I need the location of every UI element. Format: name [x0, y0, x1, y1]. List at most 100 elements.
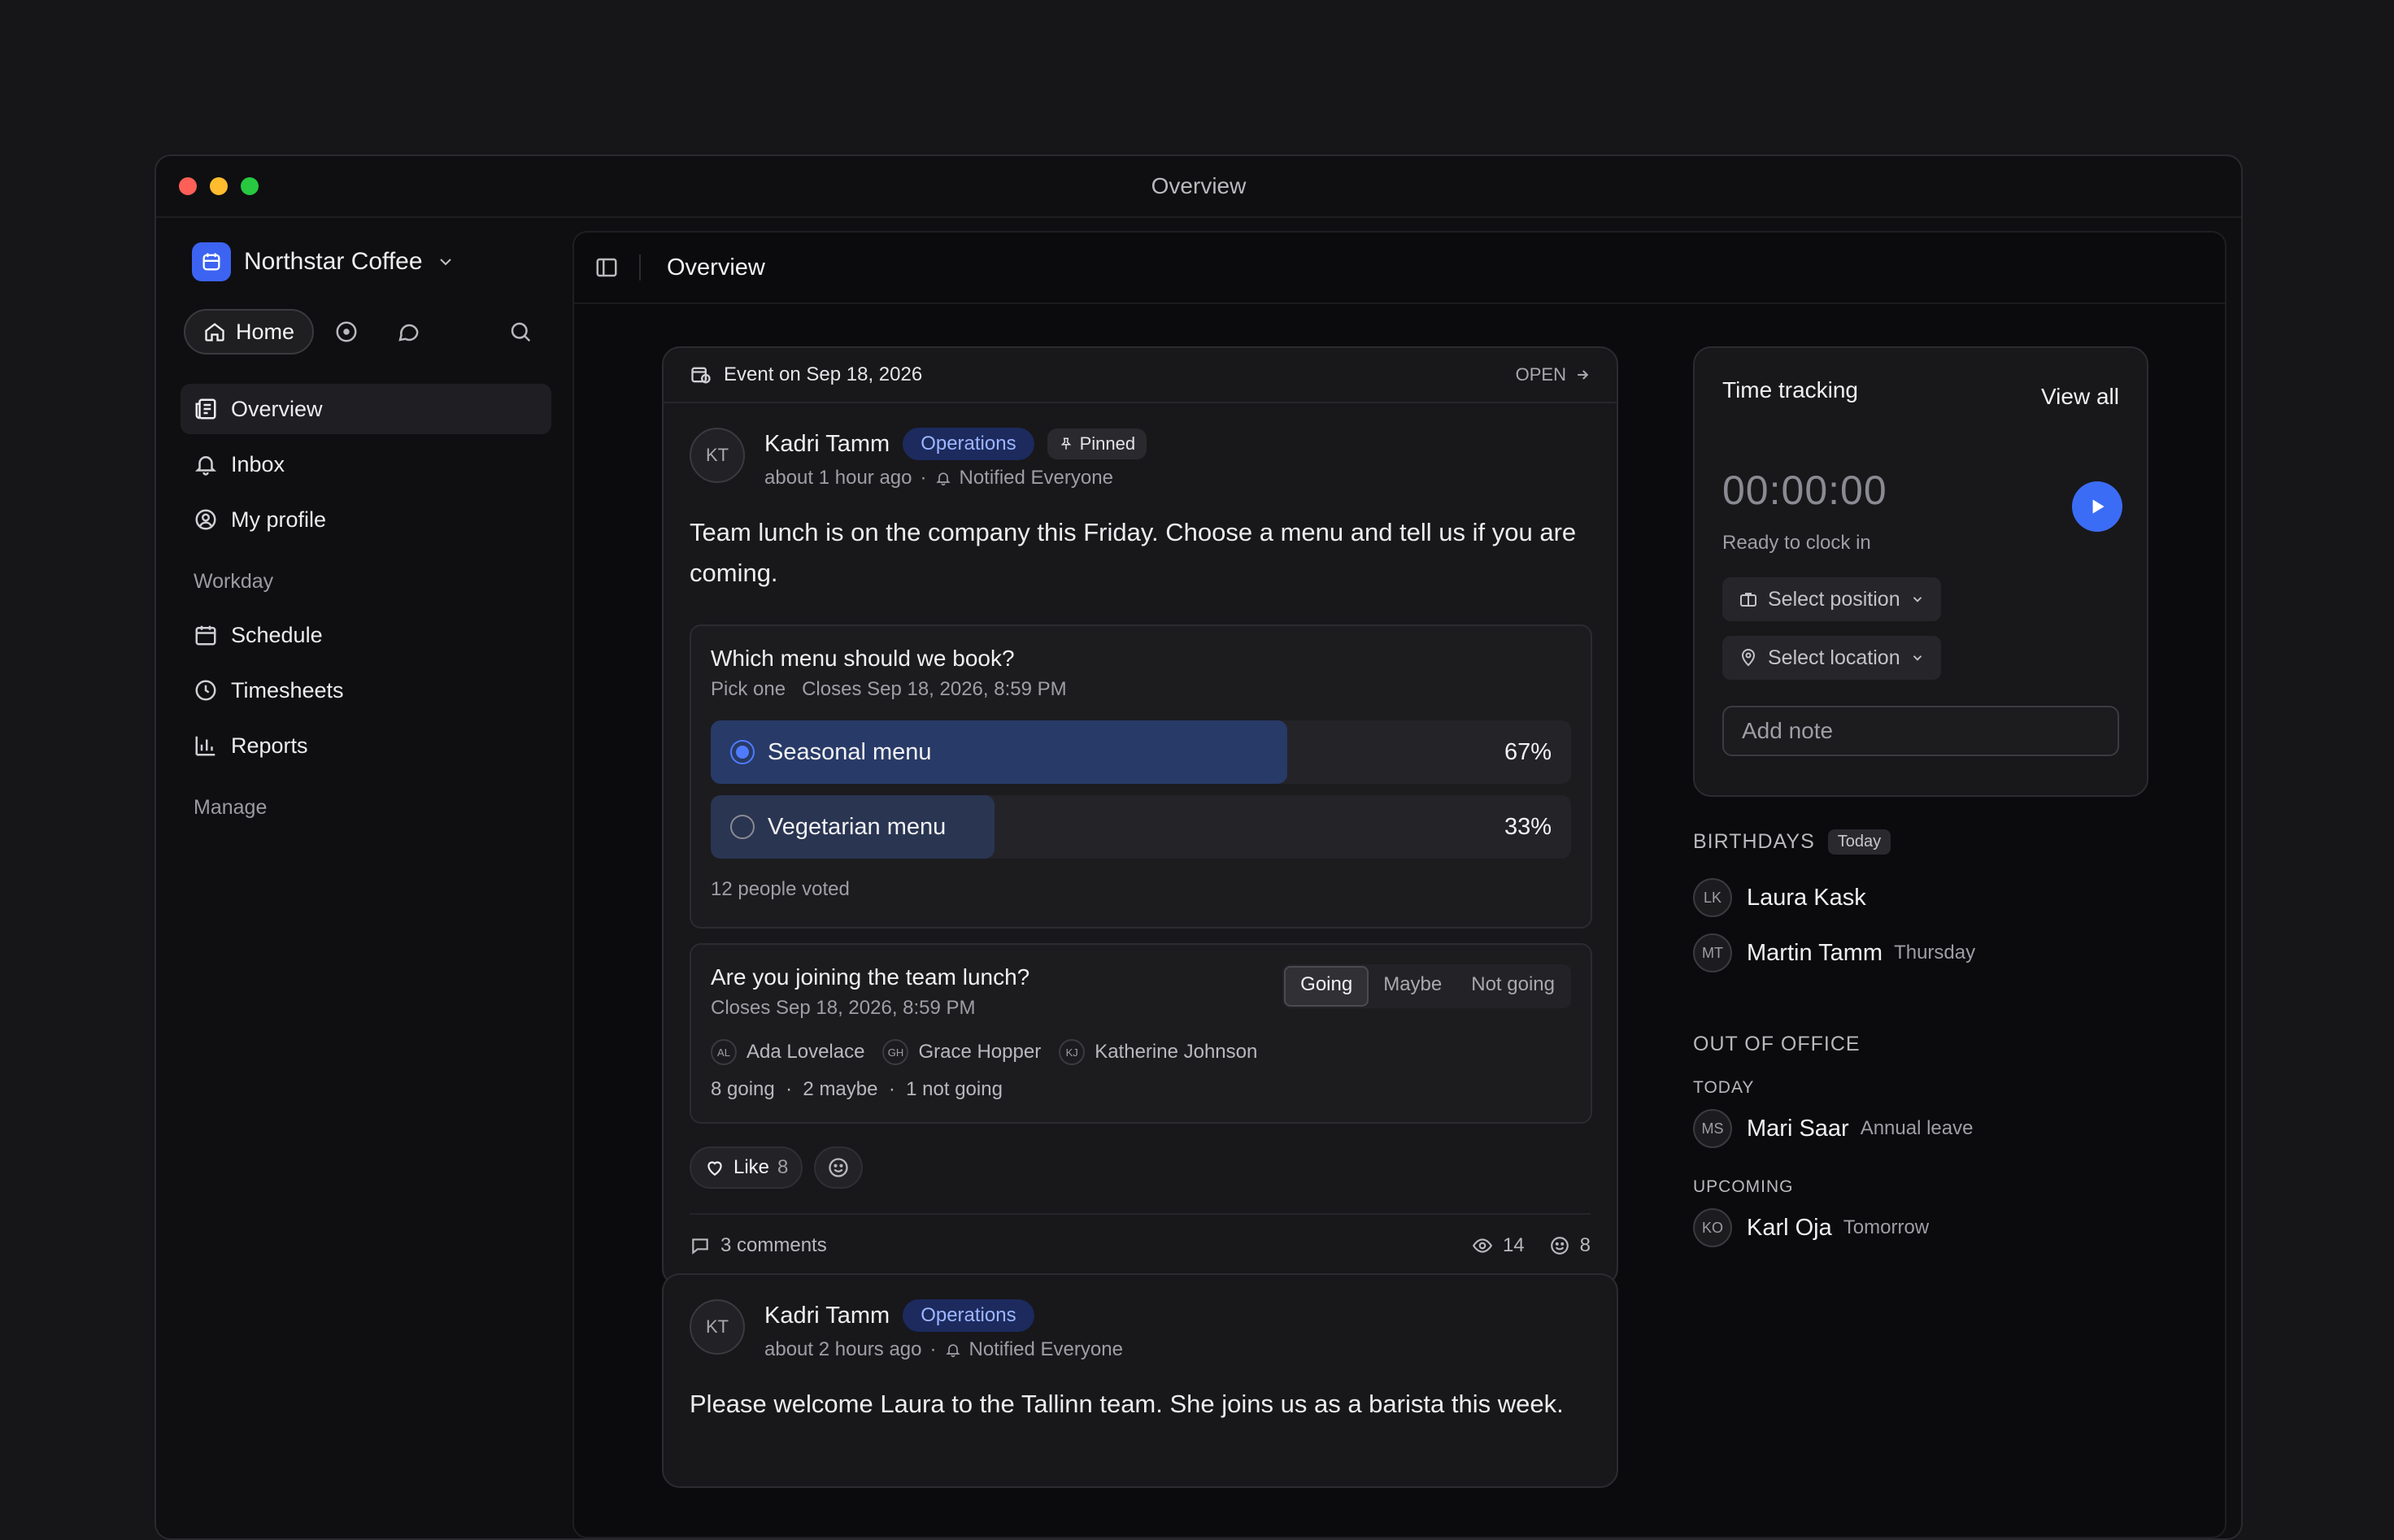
view-count: 14: [1502, 1234, 1525, 1256]
org-switcher[interactable]: Northstar Coffee: [192, 242, 455, 281]
chat-bubble-icon: [398, 324, 419, 341]
sidebar-panel-icon: [596, 258, 617, 277]
person-name: Laura Kask: [1747, 884, 1866, 911]
position-select[interactable]: Select position: [1722, 577, 1941, 621]
clock-in-button[interactable]: [2072, 481, 2122, 532]
view-all-link[interactable]: View all: [2041, 384, 2119, 410]
avatar: MT: [1693, 933, 1732, 972]
comment-icon: [692, 1238, 708, 1255]
window-title: Overview: [1151, 173, 1247, 198]
poll-option-label: Vegetarian menu: [768, 813, 947, 840]
poll-question: Which menu should we book?: [711, 646, 1015, 671]
location-placeholder: Select location: [1768, 646, 1900, 669]
person-note: Tomorrow: [1843, 1216, 1930, 1238]
rsvp-going-button[interactable]: Going: [1284, 966, 1369, 1007]
rsvp-summary: 8 going · 2 maybe · 1 not going: [711, 1078, 1003, 1100]
poll-option-label: Seasonal menu: [768, 738, 932, 765]
birthday-person[interactable]: MT Martin Tamm Thursday: [1693, 933, 1975, 972]
poll-option-percent: 67%: [1504, 739, 1552, 765]
ooo-person[interactable]: KO Karl Oja Tomorrow: [1693, 1208, 1929, 1247]
add-reaction-button[interactable]: [814, 1146, 864, 1189]
avatar: LK: [1693, 878, 1732, 917]
rsvp-not-going-button[interactable]: Not going: [1456, 966, 1569, 1007]
location-select[interactable]: Select location: [1722, 636, 1941, 680]
attendee-name[interactable]: Grace Hopper: [918, 1041, 1041, 1064]
poll-closes: Closes Sep 18, 2026, 8:59 PM: [802, 678, 1067, 700]
chevron-down-icon: [1913, 597, 1922, 603]
header-divider: [639, 254, 641, 281]
search-button[interactable]: [499, 311, 542, 353]
radio-selected-icon: [730, 740, 755, 764]
rsvp-maybe-button[interactable]: Maybe: [1369, 966, 1456, 1007]
minimize-window-button[interactable]: [210, 177, 228, 195]
notified-label: Notified Everyone: [968, 1338, 1123, 1360]
position-placeholder: Select position: [1768, 587, 1900, 611]
event-header: Event on Sep 18, 2026 OPEN: [664, 348, 1617, 403]
bar-chart-icon: [195, 736, 215, 756]
activity-button[interactable]: [325, 311, 368, 353]
post-body: Please welcome Laura to the Tallinn team…: [690, 1390, 1564, 1418]
today-badge: Today: [1827, 829, 1891, 855]
bell-icon: [194, 456, 217, 476]
arrow-right-icon: [1578, 370, 1589, 380]
attendee-name[interactable]: Ada Lovelace: [746, 1041, 864, 1064]
feed-post: Event on Sep 18, 2026 OPEN KT Kadri Tamm…: [662, 346, 1618, 1286]
sidebar-item-my-profile[interactable]: My profile: [181, 494, 551, 545]
maybe-count: 2 maybe: [803, 1078, 878, 1100]
timer-status: Ready to clock in: [1722, 532, 1871, 554]
sidebar-item-timesheets[interactable]: Timesheets: [181, 665, 551, 716]
close-window-button[interactable]: [179, 177, 197, 195]
sidebar-item-reports[interactable]: Reports: [181, 720, 551, 771]
birthday-person[interactable]: LK Laura Kask: [1693, 878, 1866, 917]
poll-meta: Pick one Closes Sep 18, 2026, 8:59 PM: [711, 678, 1571, 701]
open-event-link[interactable]: OPEN: [1516, 364, 1591, 385]
sidebar: Northstar Coffee Home Overview Inbox My …: [156, 218, 576, 1538]
sidebar-item-inbox[interactable]: Inbox: [181, 439, 551, 489]
maximize-window-button[interactable]: [241, 177, 259, 195]
feed-post: KT Kadri Tamm Operations about 2 hours a…: [662, 1273, 1618, 1488]
post-time: about 2 hours ago: [764, 1338, 922, 1360]
sidebar-item-label: Inbox: [231, 451, 285, 476]
sidebar-toggle-button[interactable]: [574, 255, 639, 280]
avatar[interactable]: KT: [690, 428, 745, 483]
note-input[interactable]: Add note: [1722, 706, 2119, 756]
messages-button[interactable]: [387, 311, 429, 353]
bell-icon: [935, 472, 951, 486]
meta-separator: ·: [929, 1338, 937, 1360]
rsvp-segmented-control: Going Maybe Not going: [1282, 964, 1571, 1008]
author-name[interactable]: Kadri Tamm: [764, 1303, 890, 1329]
attendee-name[interactable]: Katherine Johnson: [1095, 1041, 1257, 1064]
heart-icon: [707, 1161, 722, 1176]
timer-display: 00:00:00: [1722, 468, 1887, 513]
like-count: 8: [777, 1156, 789, 1178]
sidebar-item-label: Overview: [231, 396, 323, 421]
home-label: Home: [236, 319, 295, 344]
sidebar-item-schedule[interactable]: Schedule: [181, 610, 551, 660]
person-note: Annual leave: [1860, 1117, 1974, 1139]
calendar-icon: [195, 625, 216, 646]
comments-link[interactable]: 3 comments: [690, 1234, 827, 1257]
person-name: Mari Saar: [1747, 1115, 1849, 1142]
avatar: KJ: [1059, 1039, 1086, 1065]
sidebar-section-workday: Workday: [194, 570, 274, 593]
author-name[interactable]: Kadri Tamm: [764, 431, 890, 458]
home-button[interactable]: Home: [184, 309, 315, 355]
bell-icon: [945, 1344, 960, 1358]
person-name: Martin Tamm: [1747, 939, 1883, 966]
poll-option[interactable]: Seasonal menu 67%: [711, 720, 1571, 784]
post-time: about 1 hour ago: [764, 467, 912, 489]
reaction-bar: Like 8: [690, 1146, 864, 1189]
avatar: GH: [882, 1039, 909, 1065]
page-title: Overview: [667, 254, 765, 281]
sidebar-item-label: Timesheets: [231, 677, 344, 703]
avatar[interactable]: KT: [690, 1299, 745, 1355]
avatar: AL: [711, 1039, 737, 1065]
poll-option-percent: 33%: [1504, 814, 1552, 840]
post-body: Team lunch is on the company this Friday…: [690, 518, 1577, 587]
poll-option[interactable]: Vegetarian menu 33%: [711, 795, 1571, 859]
like-button[interactable]: Like 8: [690, 1146, 803, 1189]
main-header: Overview: [574, 233, 2225, 304]
ooo-person[interactable]: MS Mari Saar Annual leave: [1693, 1109, 1973, 1148]
rsvp-card: Are you joining the team lunch? Closes S…: [690, 943, 1592, 1124]
sidebar-item-overview[interactable]: Overview: [181, 384, 551, 434]
